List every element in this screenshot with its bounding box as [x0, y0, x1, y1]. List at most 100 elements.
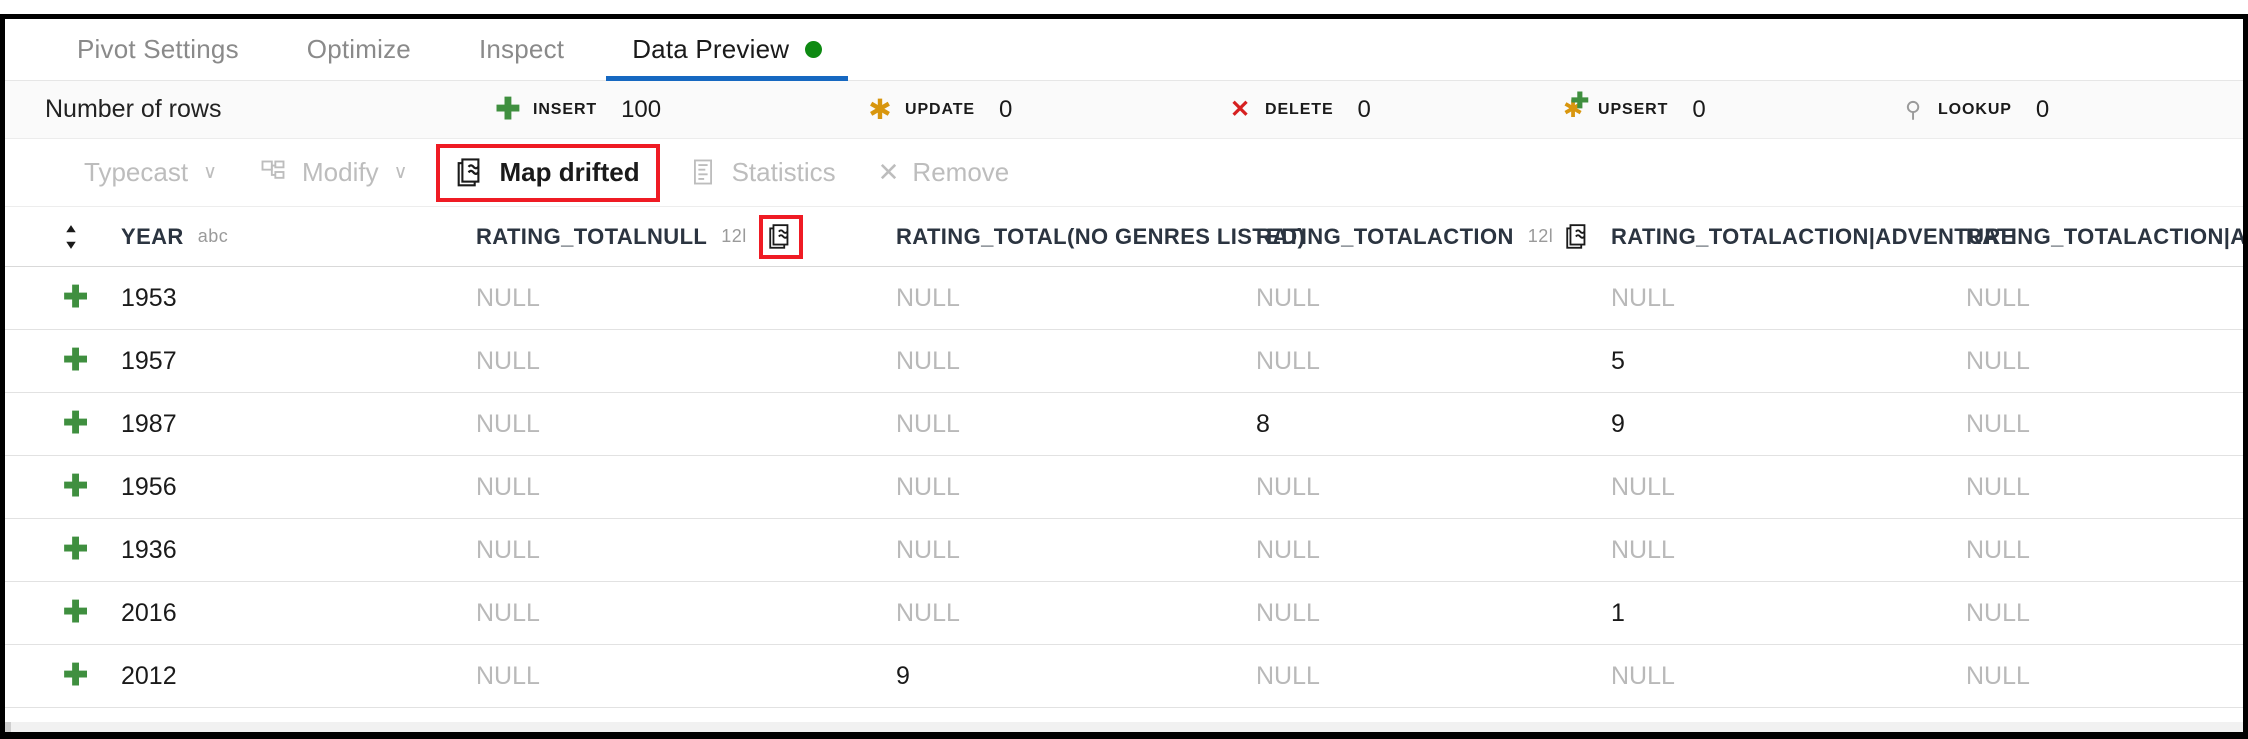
typecast-label: Typecast	[84, 157, 189, 187]
tab-label: Optimize	[306, 34, 411, 64]
table-cell: NULL	[1256, 599, 1611, 628]
tab-label: Data Preview	[632, 34, 790, 64]
tab-optimize[interactable]: Optimize	[273, 19, 445, 81]
typecast-button[interactable]: Typecast ∨	[63, 144, 238, 202]
statistics-button[interactable]: Statistics	[668, 144, 857, 202]
stat-value: 0	[999, 95, 1013, 123]
table-row[interactable]: ✚ 2012 NULL 9 NULL NULL NULL	[5, 645, 2243, 708]
map-drifted-icon	[456, 157, 486, 189]
cell-value: NULL	[1611, 535, 1675, 564]
column-header-label: YEAR	[121, 223, 184, 249]
table-cell: 1956	[121, 473, 476, 502]
upsert-icon: ✱ ✚	[1562, 87, 1589, 123]
cell-value: NULL	[1256, 535, 1320, 564]
table-row[interactable]: ✚ 1953 NULL NULL NULL NULL NULL	[5, 267, 2243, 330]
table-cell: 1957	[121, 347, 476, 376]
tab-inspect[interactable]: Inspect	[445, 19, 598, 81]
table-cell: 1987	[121, 410, 476, 439]
sort-toggle[interactable]	[63, 224, 121, 250]
column-header-rating-totalaction[interactable]: RATING_TOTALACTION 12l	[1256, 215, 1611, 259]
table-cell: 9	[1611, 410, 1966, 439]
table-cell: NULL	[1966, 662, 2243, 691]
table-cell: NULL	[1966, 409, 2243, 439]
cell-value: NULL	[896, 346, 960, 375]
stat-value: 0	[1357, 95, 1371, 123]
scrollbar-thumb[interactable]	[5, 722, 11, 732]
cell-value: 2012	[121, 661, 177, 690]
column-header-label: RATING_TOTALNULL	[476, 223, 708, 249]
cell-value: NULL	[1966, 346, 2030, 375]
table-cell: 2016	[121, 599, 476, 628]
stat-update: ✱ UPDATE 0	[867, 95, 1013, 124]
table-row[interactable]: ✚ 1957 NULL NULL NULL 5 NULL	[5, 330, 2243, 393]
stat-name: DELETE	[1265, 100, 1334, 118]
cell-value: NULL	[896, 535, 960, 564]
tab-pivot-settings[interactable]: Pivot Settings	[43, 19, 273, 81]
cell-value: NULL	[1966, 283, 2030, 312]
table-row[interactable]: ✚ 2016 NULL NULL NULL 1 NULL	[5, 582, 2243, 645]
stat-value: 0	[1692, 95, 1706, 123]
table-cell: NULL	[1966, 283, 2243, 313]
remove-button[interactable]: ✕ Remove	[857, 144, 1031, 202]
cell-value: 5	[1611, 346, 1625, 375]
cell-value: NULL	[1256, 661, 1320, 690]
cell-value: NULL	[1966, 409, 2030, 438]
modify-icon	[259, 157, 289, 189]
cell-value: NULL	[1256, 598, 1320, 627]
table-cell: NULL	[1611, 662, 1966, 691]
column-type-label: 12l	[721, 226, 747, 246]
cell-value: 1	[1611, 598, 1625, 627]
column-header-label: RATING_TOTALACTION	[1256, 223, 1514, 249]
cell-value: 1936	[121, 535, 177, 564]
table-cell: NULL	[1966, 599, 2243, 628]
stat-value: 100	[621, 95, 662, 123]
stat-name: UPDATE	[905, 100, 975, 118]
table-cell: NULL	[1611, 536, 1966, 565]
tab-label: Inspect	[478, 34, 565, 64]
table-cell: 5	[1611, 347, 1966, 376]
search-icon: ⚲	[1904, 96, 1922, 122]
column-header-rating-totalnull[interactable]: RATING_TOTALNULL 12l	[476, 214, 896, 259]
map-drifted-icon[interactable]	[1565, 223, 1591, 251]
table-cell: NULL	[1256, 347, 1611, 376]
table-cell: NULL	[476, 410, 896, 439]
table-cell: NULL	[1256, 284, 1611, 313]
map-drifted-button[interactable]: Map drifted	[436, 143, 660, 202]
row-insert-marker-icon: ✚	[63, 344, 89, 377]
table-row[interactable]: ✚ 1987 NULL NULL 8 9 NULL	[5, 393, 2243, 456]
horizontal-scrollbar[interactable]	[5, 722, 2243, 732]
cell-value: 9	[896, 661, 910, 690]
table-row[interactable]: ✚ 1956 NULL NULL NULL NULL NULL	[5, 456, 2243, 519]
statistics-label: Statistics	[731, 157, 836, 187]
tab-data-preview[interactable]: Data Preview	[598, 19, 856, 81]
cell-value: NULL	[476, 535, 540, 564]
table-cell: NULL	[896, 599, 1256, 628]
cell-value: NULL	[476, 598, 540, 627]
column-header-rating-totalaction-adventure-a[interactable]: RATING_TOTALACTION|ADVENTURE|A	[1966, 215, 2243, 259]
column-header-label: RATING_TOTAL(NO GENRES LISTED)	[896, 223, 1306, 249]
stat-insert: ✚ INSERT 100	[495, 92, 662, 126]
map-drifted-icon[interactable]	[758, 214, 803, 259]
table-row[interactable]: ✚ 1936 NULL NULL NULL NULL NULL	[5, 519, 2243, 582]
cell-value: NULL	[896, 283, 960, 312]
plus-icon: ✚	[495, 92, 521, 126]
cell-value: 1953	[121, 283, 177, 312]
cell-value: 2016	[121, 598, 177, 627]
stat-delete: ✕ DELETE 0	[1227, 96, 1371, 124]
row-counts-bar: Number of rows ✚ INSERT 100 ✱ UPDATE 0 ✕ DELETE…	[5, 81, 2243, 139]
sort-arrows-icon	[63, 224, 79, 250]
cell-value: 1957	[121, 346, 177, 375]
data-preview-grid: YEAR abc RATING_TOTALNULL 12l RATING_TOTAL(N…	[5, 207, 2243, 732]
modify-label: Modify	[301, 157, 379, 187]
row-insert-marker-icon: ✚	[63, 281, 89, 314]
cell-value: 9	[1611, 409, 1625, 438]
modify-button[interactable]: Modify ∨	[238, 144, 429, 202]
table-cell: NULL	[476, 473, 896, 502]
column-header-rating-totalaction-adventure[interactable]: RATING_TOTALACTION|ADVENTURE	[1611, 215, 2015, 259]
cell-value: NULL	[1966, 535, 2030, 564]
tab-bar: Pivot Settings Optimize Inspect Data Previe…	[5, 19, 2243, 81]
row-insert-marker-icon: ✚	[63, 659, 89, 692]
column-header-rating-total-no-genres-listed[interactable]: RATING_TOTAL(NO GENRES LISTED)	[896, 215, 1305, 259]
data-preview-panel: Pivot Settings Optimize Inspect Data Previe…	[0, 14, 2248, 739]
column-header-year[interactable]: YEAR abc	[121, 215, 476, 259]
